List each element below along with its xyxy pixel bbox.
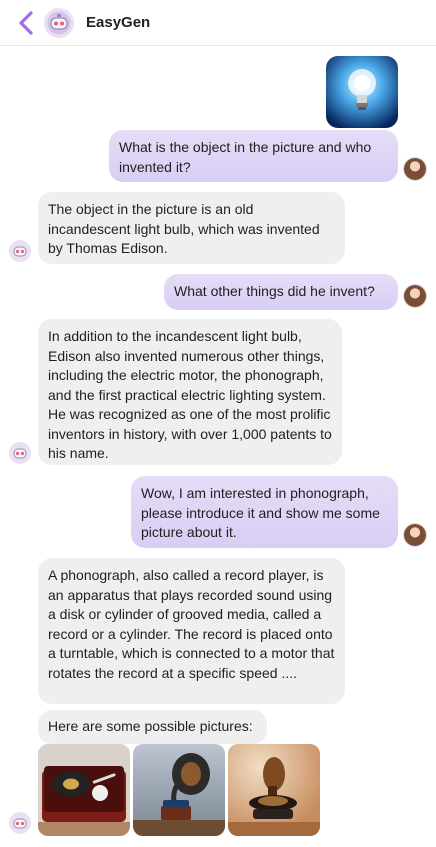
robot-avatar-icon [9,812,31,834]
user-message-3-text: Wow, I am interested in phonograph, plea… [141,485,380,540]
bot-message-1: The object in the picture is an old inca… [38,192,345,264]
robot-avatar-icon [44,7,74,38]
app-title: EasyGen [86,14,151,31]
chat-header: EasyGen [0,0,436,46]
phonograph-image-3[interactable] [228,744,320,836]
phonograph-image-1[interactable] [38,744,130,836]
bot-message-3: A phonograph, also called a record playe… [38,558,345,704]
robot-avatar-icon [9,442,31,464]
bot-message-1-text: The object in the picture is an old inca… [48,201,320,256]
uploaded-lightbulb-image[interactable] [326,56,398,128]
robot-avatar-icon [9,240,31,262]
user-avatar-icon [404,285,426,307]
user-avatar-icon [404,158,426,180]
user-message-2: What other things did he invent? [164,274,398,310]
bot-message-2: In addition to the incandescent light bu… [38,319,342,465]
bot-message-4-text: Here are some possible pictures: [48,718,253,734]
user-message-3: Wow, I am interested in phonograph, plea… [131,476,398,548]
user-message-1: What is the object in the picture and wh… [109,130,398,182]
bot-message-4: Here are some possible pictures: [38,710,267,744]
user-message-2-text: What other things did he invent? [174,283,375,299]
user-avatar-icon [404,524,426,546]
user-message-1-text: What is the object in the picture and wh… [119,139,372,175]
back-arrow-icon[interactable] [14,9,38,37]
bot-message-2-text: In addition to the incandescent light bu… [48,328,332,461]
chat-area: What is the object in the picture and wh… [0,46,436,847]
bot-message-3-text: A phonograph, also called a record playe… [48,567,335,681]
phonograph-image-2[interactable] [133,744,225,836]
